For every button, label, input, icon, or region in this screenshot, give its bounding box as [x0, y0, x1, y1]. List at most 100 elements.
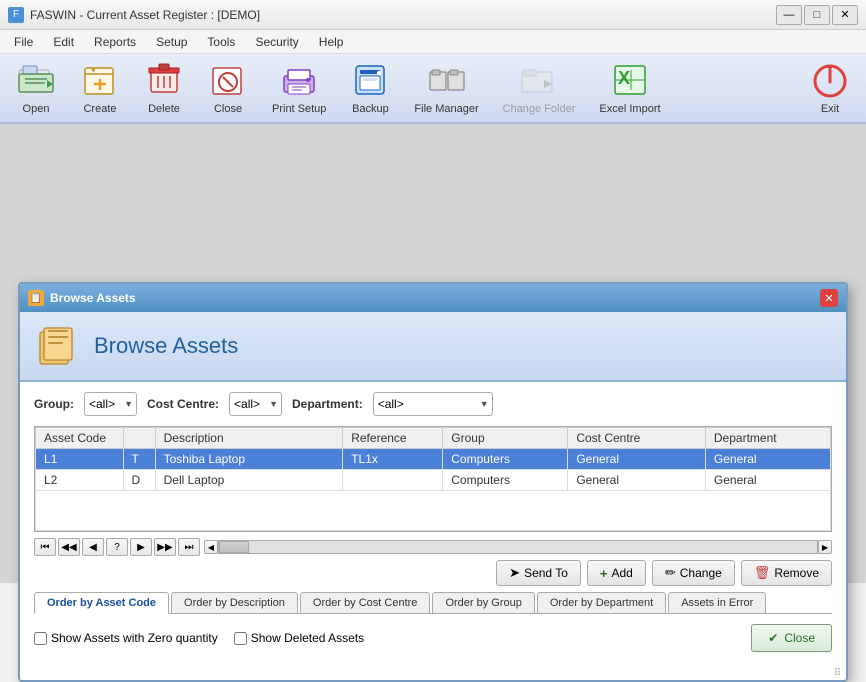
- asset-table: Asset Code Description Reference Group C…: [35, 427, 831, 531]
- backup-icon: [350, 61, 390, 99]
- print-label: Print Setup: [272, 103, 326, 115]
- tab-order-asset-code[interactable]: Order by Asset Code: [34, 592, 169, 614]
- nav-scroll-row: ⏮ ◀◀ ◀ ? ▶ ▶▶ ⏭ ◀ ▶: [34, 538, 832, 556]
- remove-icon: 🗑: [754, 565, 771, 581]
- cost-centre-select-wrapper[interactable]: <all>: [229, 392, 282, 416]
- open-button[interactable]: Open: [8, 57, 64, 119]
- delete-label: Delete: [148, 103, 180, 115]
- create-label: Create: [83, 103, 116, 115]
- zero-quantity-checkbox-label[interactable]: Show Assets with Zero quantity: [34, 631, 218, 645]
- change-folder-button[interactable]: Change Folder: [495, 57, 584, 119]
- tab-order-cost-centre[interactable]: Order by Cost Centre: [300, 592, 431, 613]
- action-buttons-row: ➤ Send To + Add ✏ Change 🗑 Remove: [34, 560, 832, 586]
- col-short: [123, 428, 155, 449]
- table-row[interactable]: L2 D Dell Laptop Computers General Gener…: [36, 470, 831, 491]
- cell-reference: TL1x: [343, 449, 443, 470]
- file-manager-button[interactable]: File Manager: [406, 57, 486, 119]
- department-label: Department:: [292, 397, 363, 411]
- nav-next-button[interactable]: ▶: [130, 538, 152, 556]
- table-row-empty: [36, 491, 831, 531]
- menu-security[interactable]: Security: [245, 33, 308, 51]
- dialog-title-bar: 📋 Browse Assets ✕: [20, 284, 846, 312]
- resize-handle[interactable]: ⠿: [834, 668, 844, 678]
- print-setup-button[interactable]: Print Setup: [264, 57, 334, 119]
- add-label: Add: [611, 566, 632, 580]
- remove-button[interactable]: 🗑 Remove: [741, 560, 832, 586]
- toolbar: Open ✦ Create Delete: [0, 54, 866, 124]
- nav-next-many-button[interactable]: ▶▶: [154, 538, 176, 556]
- change-button[interactable]: ✏ Change: [652, 560, 735, 586]
- close-dialog-button[interactable]: ✔ Close: [751, 624, 832, 652]
- horizontal-scrollbar[interactable]: [218, 540, 818, 554]
- department-select[interactable]: <all>: [373, 392, 493, 416]
- change-folder-label: Change Folder: [503, 103, 576, 115]
- zero-quantity-label: Show Assets with Zero quantity: [51, 631, 218, 645]
- cost-centre-label: Cost Centre:: [147, 397, 219, 411]
- create-button[interactable]: ✦ Create: [72, 57, 128, 119]
- deleted-assets-checkbox[interactable]: [234, 632, 247, 645]
- exit-label: Exit: [821, 103, 839, 115]
- cost-centre-select[interactable]: <all>: [229, 392, 282, 416]
- file-manager-icon: [427, 61, 467, 99]
- deleted-assets-checkbox-label[interactable]: Show Deleted Assets: [234, 631, 364, 645]
- table-row[interactable]: L1 T Toshiba Laptop TL1x Computers Gener…: [36, 449, 831, 470]
- backup-button[interactable]: Backup: [342, 57, 398, 119]
- tab-order-group[interactable]: Order by Group: [432, 592, 534, 613]
- print-icon: [279, 61, 319, 99]
- exit-icon: [810, 61, 850, 99]
- tab-order-department[interactable]: Order by Department: [537, 592, 666, 613]
- change-label: Change: [680, 566, 722, 580]
- scroll-left-button[interactable]: ◀: [204, 540, 218, 554]
- asset-table-container: Asset Code Description Reference Group C…: [34, 426, 832, 532]
- delete-icon: [144, 61, 184, 99]
- dialog-title-icon: 📋: [28, 290, 44, 306]
- menu-setup[interactable]: Setup: [146, 33, 197, 51]
- nav-last-button[interactable]: ⏭: [178, 538, 200, 556]
- menu-tools[interactable]: Tools: [197, 33, 245, 51]
- group-select[interactable]: <all>: [84, 392, 137, 416]
- nav-prev-button[interactable]: ◀: [82, 538, 104, 556]
- browse-assets-dialog: 📋 Browse Assets ✕ Browse Assets: [18, 282, 848, 682]
- department-select-wrapper[interactable]: <all>: [373, 392, 493, 416]
- cell-short: T: [123, 449, 155, 470]
- close2-button[interactable]: Close: [200, 57, 256, 119]
- dialog-close-x-button[interactable]: ✕: [820, 289, 838, 307]
- nav-first-button[interactable]: ⏮: [34, 538, 56, 556]
- checkbox-group: Show Assets with Zero quantity Show Dele…: [34, 631, 364, 645]
- cell-cost-centre: General: [568, 470, 706, 491]
- maximize-button[interactable]: □: [804, 5, 830, 25]
- col-group: Group: [443, 428, 568, 449]
- menu-file[interactable]: File: [4, 33, 43, 51]
- window-title: FASWIN - Current Asset Register : [DEMO]: [30, 8, 260, 22]
- send-to-button[interactable]: ➤ Send To: [496, 560, 581, 586]
- excel-icon: X: [610, 61, 650, 99]
- change-folder-icon: [519, 61, 559, 99]
- add-button[interactable]: + Add: [587, 560, 646, 586]
- cell-group: Computers: [443, 470, 568, 491]
- order-tabs: Order by Asset Code Order by Description…: [34, 592, 832, 614]
- cell-description: Dell Laptop: [155, 470, 343, 491]
- menu-edit[interactable]: Edit: [43, 33, 84, 51]
- menu-reports[interactable]: Reports: [84, 33, 146, 51]
- menu-help[interactable]: Help: [309, 33, 354, 51]
- cell-reference: [343, 470, 443, 491]
- change-icon: ✏: [665, 565, 676, 581]
- bottom-row: Show Assets with Zero quantity Show Dele…: [34, 620, 832, 656]
- tab-order-description[interactable]: Order by Description: [171, 592, 298, 613]
- delete-button[interactable]: Delete: [136, 57, 192, 119]
- minimize-button[interactable]: —: [776, 5, 802, 25]
- deleted-assets-label: Show Deleted Assets: [251, 631, 364, 645]
- window-close-button[interactable]: ✕: [832, 5, 858, 25]
- cell-cost-centre: General: [568, 449, 706, 470]
- close2-label: Close: [214, 103, 242, 115]
- excel-import-button[interactable]: X Excel Import: [591, 57, 668, 119]
- zero-quantity-checkbox[interactable]: [34, 632, 47, 645]
- group-select-wrapper[interactable]: <all>: [84, 392, 137, 416]
- exit-button[interactable]: Exit: [802, 57, 858, 119]
- tab-assets-in-error[interactable]: Assets in Error: [668, 592, 766, 613]
- svg-text:X: X: [618, 68, 630, 88]
- nav-prev-many-button[interactable]: ◀◀: [58, 538, 80, 556]
- scroll-right-button[interactable]: ▶: [818, 540, 832, 554]
- svg-text:✦: ✦: [90, 66, 97, 75]
- nav-help-button[interactable]: ?: [106, 538, 128, 556]
